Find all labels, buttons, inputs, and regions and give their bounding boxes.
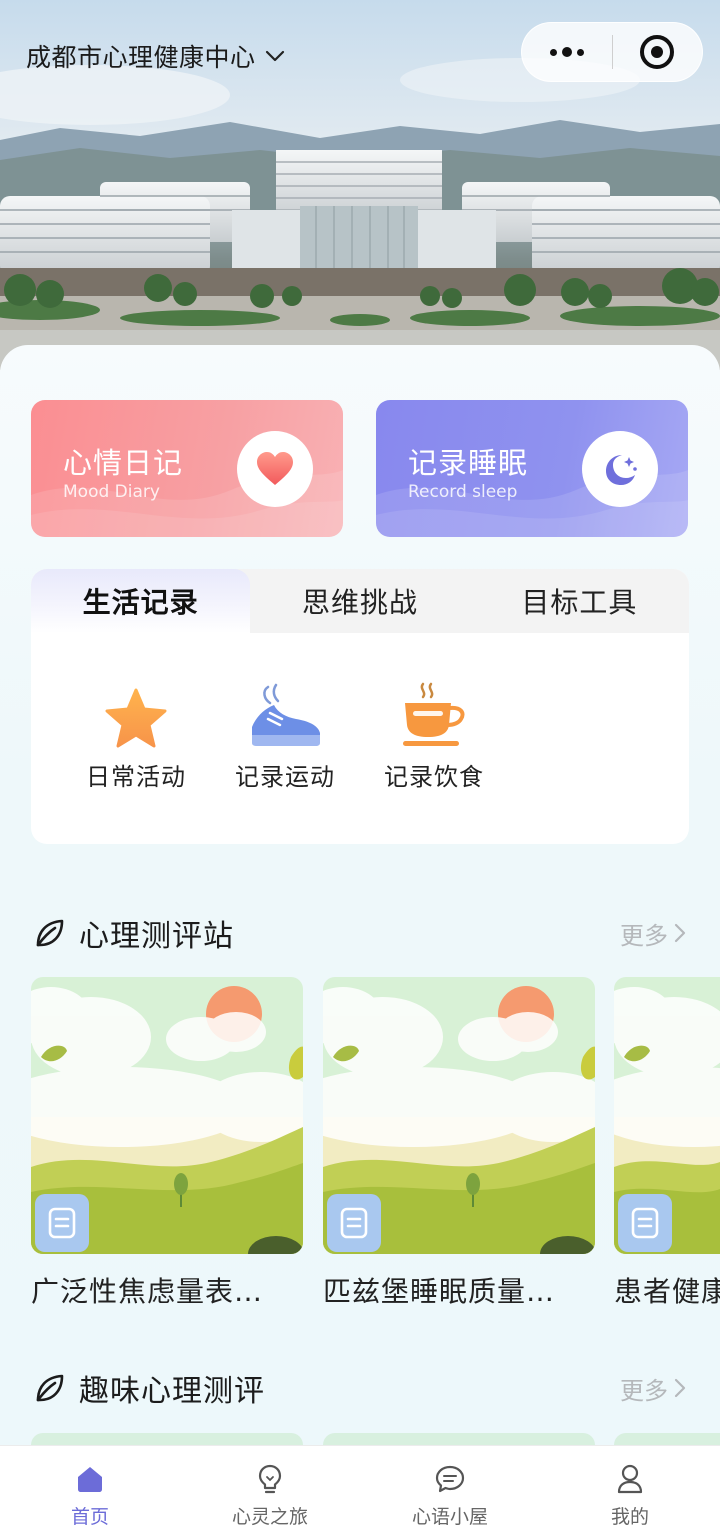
chevron-down-icon bbox=[265, 50, 284, 62]
tab-goal-tools[interactable]: 目标工具 bbox=[470, 569, 689, 633]
tool-daily-activity[interactable]: 日常活动 bbox=[71, 677, 201, 792]
mini-program-capsule bbox=[521, 22, 703, 82]
user-icon bbox=[617, 1464, 643, 1494]
home-icon bbox=[78, 1467, 102, 1492]
more-label: 更多 bbox=[620, 921, 668, 950]
moon-icon bbox=[582, 431, 658, 507]
assessment-card-title: 患者健康 bbox=[614, 1275, 720, 1308]
assessment-section-header: 心理测评站 更多 bbox=[33, 911, 688, 955]
tool-record-diet[interactable]: 记录饮食 bbox=[369, 677, 499, 792]
record-tabs-panel: 生活记录 思维挑战 目标工具 日常活动 记录运动 记录饮食 bbox=[31, 569, 689, 844]
assessment-card-title: 广泛性焦虑量表… bbox=[31, 1275, 264, 1308]
tab-thinking-challenge[interactable]: 思维挑战 bbox=[250, 569, 469, 633]
more-dots-icon bbox=[549, 47, 584, 57]
heart-icon bbox=[237, 431, 313, 507]
chevron-right-icon bbox=[674, 923, 686, 943]
nav-mind-journey-label: 心灵之旅 bbox=[231, 1506, 308, 1528]
assessment-card[interactable]: 匹兹堡睡眠质量… bbox=[323, 977, 595, 1310]
mood-diary-card[interactable]: 心情日记 Mood Diary bbox=[31, 400, 343, 537]
record-sleep-card[interactable]: 记录睡眠 Record sleep bbox=[376, 400, 688, 537]
chevron-right-icon bbox=[674, 1378, 686, 1398]
mood-diary-title: 心情日记 bbox=[63, 446, 184, 480]
fun-more-link[interactable]: 更多 bbox=[620, 1371, 688, 1406]
lightbulb-icon bbox=[258, 1464, 282, 1494]
nav-profile-label: 我的 bbox=[610, 1506, 649, 1528]
nav-home-label: 首页 bbox=[70, 1506, 109, 1528]
assessment-more-link[interactable]: 更多 bbox=[620, 916, 688, 951]
chat-bubble-icon bbox=[435, 1465, 465, 1493]
bottom-navigation: 首页 心灵之旅 心语小屋 我的 bbox=[0, 1445, 720, 1536]
document-icon bbox=[35, 1194, 89, 1252]
hero-banner: 成都市心理健康中心 bbox=[0, 0, 720, 370]
assessment-card-image bbox=[323, 977, 595, 1254]
tab-bar: 生活记录 思维挑战 目标工具 bbox=[31, 569, 689, 633]
tab-life-record[interactable]: 生活记录 bbox=[31, 569, 251, 633]
nav-heart-talk-label: 心语小屋 bbox=[411, 1506, 488, 1528]
tool-record-diet-label: 记录饮食 bbox=[384, 763, 484, 791]
fun-section-header: 趣味心理测评 更多 bbox=[33, 1366, 688, 1410]
assessment-card[interactable]: 广泛性焦虑量表… bbox=[31, 977, 303, 1310]
assessment-card-title: 匹兹堡睡眠质量… bbox=[323, 1275, 556, 1308]
assessment-section-title: 心理测评站 bbox=[79, 919, 234, 954]
leaf-icon bbox=[36, 1374, 64, 1402]
record-sleep-subtitle: Record sleep bbox=[408, 482, 518, 502]
coffee-cup-icon bbox=[403, 682, 465, 746]
location-selector[interactable]: 成都市心理健康中心 bbox=[26, 38, 286, 74]
assessment-card[interactable]: 患者健康 bbox=[614, 977, 720, 1310]
tool-record-exercise[interactable]: 记录运动 bbox=[220, 677, 350, 792]
more-label: 更多 bbox=[620, 1376, 668, 1405]
document-icon bbox=[618, 1194, 672, 1252]
nav-heart-talk[interactable]: 心语小屋 bbox=[360, 1446, 540, 1536]
assessment-card-image bbox=[31, 977, 303, 1254]
star-icon bbox=[105, 688, 167, 748]
record-sleep-title: 记录睡眠 bbox=[408, 446, 529, 480]
mood-diary-subtitle: Mood Diary bbox=[63, 482, 160, 502]
tool-record-exercise-label: 记录运动 bbox=[235, 763, 335, 791]
leaf-icon bbox=[36, 919, 64, 947]
fun-section-title: 趣味心理测评 bbox=[79, 1374, 265, 1409]
nav-mind-journey[interactable]: 心灵之旅 bbox=[180, 1446, 360, 1536]
target-icon bbox=[640, 35, 675, 69]
location-name: 成都市心理健康中心 bbox=[26, 43, 256, 72]
nav-home[interactable]: 首页 bbox=[0, 1446, 180, 1536]
sneaker-icon bbox=[252, 683, 320, 746]
tool-daily-activity-label: 日常活动 bbox=[86, 763, 186, 791]
document-icon bbox=[327, 1194, 381, 1252]
tool-grid: 日常活动 记录运动 记录饮食 bbox=[31, 633, 689, 844]
more-button[interactable] bbox=[522, 23, 612, 81]
assessment-card-image bbox=[614, 977, 720, 1254]
close-mini-program-button[interactable] bbox=[613, 23, 703, 81]
nav-profile[interactable]: 我的 bbox=[540, 1446, 720, 1536]
